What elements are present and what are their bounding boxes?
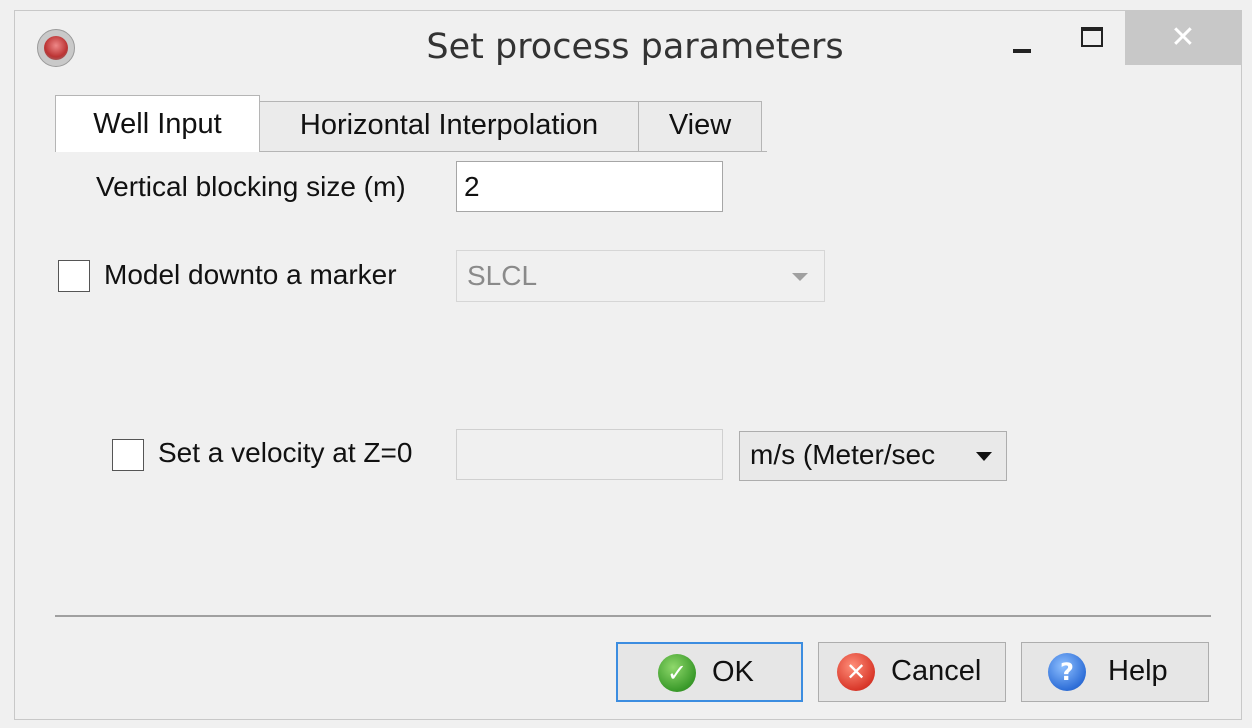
- model-downto-label: Model downto a marker: [104, 259, 397, 290]
- tab-view[interactable]: View: [638, 101, 762, 151]
- chevron-down-icon: [976, 452, 992, 461]
- footer-separator: [55, 615, 1211, 617]
- dialog-window: Set process parameters ✕ Well Input Hori…: [14, 10, 1242, 720]
- vertical-blocking-label: Vertical blocking size (m): [96, 171, 406, 202]
- tab-well-input[interactable]: Well Input: [55, 95, 260, 152]
- x-circle-icon: ✕: [837, 653, 875, 691]
- vertical-blocking-input[interactable]: [456, 161, 723, 212]
- marker-select[interactable]: SLCL: [456, 250, 825, 302]
- close-button[interactable]: ✕: [1125, 11, 1241, 65]
- app-logo-icon: [37, 29, 75, 67]
- cancel-button[interactable]: ✕ Cancel: [818, 642, 1006, 702]
- velocity-unit-select[interactable]: m/s (Meter/sec: [739, 431, 1007, 481]
- velocity-input[interactable]: [456, 429, 723, 480]
- velocity-unit-value: m/s (Meter/sec: [750, 439, 936, 470]
- help-button-label: Help: [1108, 655, 1168, 687]
- minimize-button[interactable]: [995, 11, 1047, 65]
- model-downto-checkbox[interactable]: [58, 260, 90, 292]
- help-button[interactable]: ? Help: [1021, 642, 1209, 702]
- tab-horizontal-interpolation[interactable]: Horizontal Interpolation: [259, 101, 639, 151]
- velocity-checkbox[interactable]: [112, 439, 144, 471]
- checkmark-icon: ✓: [658, 654, 696, 692]
- marker-select-value: SLCL: [467, 260, 538, 291]
- maximize-button[interactable]: [1065, 11, 1117, 65]
- cancel-button-label: Cancel: [891, 655, 982, 687]
- chevron-down-icon: [792, 273, 808, 281]
- title-bar: Set process parameters ✕: [15, 11, 1241, 89]
- ok-button[interactable]: ✓ OK: [616, 642, 803, 702]
- velocity-label: Set a velocity at Z=0: [158, 437, 413, 468]
- ok-button-label: OK: [712, 656, 754, 688]
- close-icon: ✕: [1170, 20, 1196, 55]
- question-icon: ?: [1048, 653, 1086, 691]
- window-title: Set process parameters: [426, 27, 844, 67]
